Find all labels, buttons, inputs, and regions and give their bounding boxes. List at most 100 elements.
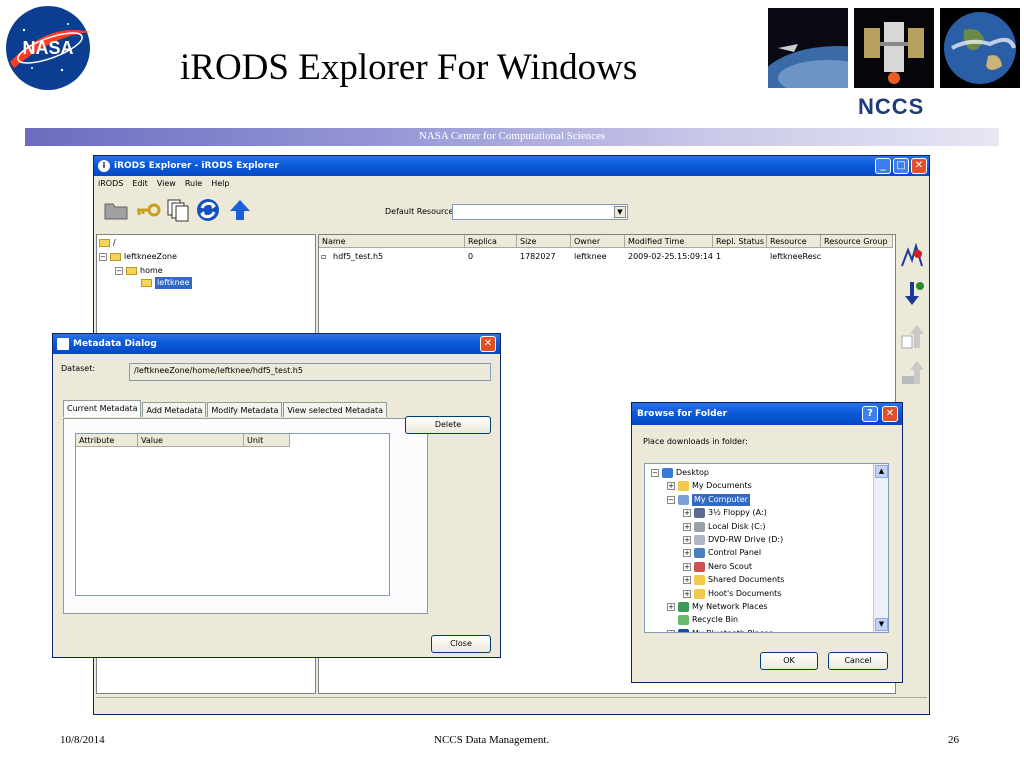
tree-item-user[interactable]: leftknee [141, 277, 192, 289]
list-item[interactable]: + Nero Scout [683, 561, 752, 573]
open-folder-icon [141, 279, 152, 287]
col-header-size[interactable]: Size [517, 235, 571, 248]
expand-icon[interactable]: + [683, 509, 691, 518]
list-item-label: My Bluetooth Places [692, 628, 773, 632]
scroll-up-icon[interactable]: ▲ [875, 465, 888, 478]
col-header-resource-group[interactable]: Resource Group [821, 235, 893, 248]
metadata-titlebar[interactable]: Metadata Dialog ✕ [53, 334, 500, 354]
query-icon[interactable] [900, 240, 926, 270]
collapse-icon[interactable]: − [115, 267, 123, 275]
col-header-resource[interactable]: Resource [767, 235, 821, 248]
list-item[interactable]: + My Documents [667, 480, 752, 492]
collapse-icon[interactable]: − [99, 253, 107, 261]
cell-repl-status: 1 [716, 252, 722, 261]
close-dialog-button[interactable]: Close [431, 635, 491, 653]
col-header-attribute[interactable]: Attribute [76, 434, 138, 447]
expand-icon[interactable]: + [683, 589, 691, 598]
open-folder-icon[interactable] [102, 196, 130, 224]
close-button[interactable]: ✕ [911, 158, 927, 174]
space-station-photo [854, 8, 934, 88]
tab-modify-metadata[interactable]: Modify Metadata [207, 402, 283, 417]
tab-add-metadata[interactable]: Add Metadata [142, 402, 207, 417]
col-header-modified[interactable]: Modified Time [625, 235, 713, 248]
list-item[interactable]: + Shared Documents [683, 574, 784, 586]
col-header-replica[interactable]: Replica [465, 235, 517, 248]
expand-icon[interactable]: + [667, 629, 675, 632]
list-item-label: Hoot's Documents [708, 588, 782, 598]
expand-icon[interactable]: + [683, 576, 691, 585]
dataset-field[interactable]: /leftkneeZone/home/leftknee/hdf5_test.h5 [129, 363, 491, 381]
vertical-scrollbar[interactable]: ▲ ▼ [873, 464, 888, 632]
list-item[interactable]: − Desktop [651, 467, 709, 479]
dataset-label: Dataset: [61, 364, 96, 373]
cancel-button[interactable]: Cancel [828, 652, 888, 670]
list-item-label: Shared Documents [708, 575, 785, 585]
cell-size: 1782027 [520, 252, 556, 261]
close-button[interactable]: ✕ [480, 336, 496, 352]
tree-item-home[interactable]: − home [115, 265, 163, 277]
download-icon[interactable] [900, 280, 926, 310]
list-item[interactable]: + Local Disk (C:) [683, 521, 766, 533]
menu-irods[interactable]: iRODS [98, 176, 123, 192]
default-resource-select[interactable]: ▼ [452, 204, 628, 220]
maximize-button[interactable]: □ [893, 158, 909, 174]
upload-file-icon[interactable] [900, 322, 926, 352]
metadata-table[interactable]: Attribute Value Unit [75, 433, 390, 596]
menu-view[interactable]: View [157, 176, 176, 192]
explorer-title: iRODS Explorer - iRODS Explorer [114, 161, 279, 171]
list-item[interactable]: + Control Panel [683, 547, 761, 559]
folder-icon [99, 239, 110, 247]
menu-rule[interactable]: Rule [185, 176, 202, 192]
expand-icon[interactable]: + [683, 562, 691, 571]
col-header-value[interactable]: Value [138, 434, 244, 447]
minimize-button[interactable]: _ [875, 158, 891, 174]
list-item[interactable]: + Hoot's Documents [683, 588, 781, 600]
list-item[interactable]: +3½ Floppy (A:) [683, 507, 767, 519]
tab-view-selected-metadata[interactable]: View selected Metadata [283, 402, 388, 417]
explorer-titlebar[interactable]: i iRODS Explorer - iRODS Explorer _ □ ✕ [94, 156, 929, 176]
list-item[interactable]: + DVD-RW Drive (D:) [683, 534, 783, 546]
tree-item-root[interactable]: / [99, 237, 116, 249]
folder-icon [110, 253, 121, 261]
copy-icon[interactable] [164, 196, 192, 224]
collapse-icon[interactable]: − [667, 495, 675, 504]
tree-item-zone[interactable]: − leftkneeZone [99, 251, 177, 263]
tab-current-metadata[interactable]: Current Metadata [63, 400, 142, 417]
help-button[interactable]: ? [862, 406, 878, 422]
expand-icon[interactable]: + [667, 603, 675, 611]
expand-icon[interactable]: + [683, 549, 691, 558]
upload-folder-icon[interactable] [900, 358, 926, 388]
list-item[interactable]: + My Network Places [667, 601, 768, 613]
list-item[interactable]: + My Bluetooth Places [667, 628, 773, 632]
col-header-name[interactable]: Name [319, 235, 465, 248]
delete-button[interactable]: Delete [405, 416, 491, 434]
header-banner: NASA Center for Computational Sciences [25, 128, 999, 146]
browse-titlebar[interactable]: Browse for Folder ? ✕ [632, 403, 902, 425]
collapse-icon[interactable]: − [651, 469, 659, 477]
col-header-repl-status[interactable]: Repl. Status [713, 235, 767, 248]
scroll-down-icon[interactable]: ▼ [875, 618, 888, 631]
key-icon[interactable] [134, 196, 162, 224]
expand-icon[interactable]: + [667, 482, 675, 491]
col-header-unit[interactable]: Unit [244, 434, 290, 447]
folder-icon [694, 588, 705, 599]
list-item[interactable]: Recycle Bin [667, 614, 738, 626]
metadata-tabs: Current Metadata Add Metadata Modify Met… [63, 400, 388, 417]
up-arrow-icon[interactable] [226, 196, 254, 224]
menu-edit[interactable]: Edit [132, 176, 148, 192]
expand-icon[interactable]: + [683, 522, 691, 531]
dropdown-arrow-icon[interactable]: ▼ [614, 206, 626, 218]
close-button[interactable]: ✕ [882, 406, 898, 422]
col-header-owner[interactable]: Owner [571, 235, 625, 248]
footer-title: NCCS Data Management. [434, 734, 550, 746]
cell-name: hdf5_test.h5 [333, 252, 384, 261]
ok-button[interactable]: OK [760, 652, 818, 670]
menu-help[interactable]: Help [211, 176, 229, 192]
irods-app-icon: i [98, 160, 110, 172]
refresh-icon[interactable] [194, 196, 222, 224]
svg-text:NASA: NASA [22, 38, 73, 58]
folder-tree[interactable]: ▲ ▼ − Desktop + My Documents − My Computer +3½… [644, 463, 889, 633]
list-item-label: Nero Scout [708, 561, 753, 571]
expand-icon[interactable]: + [683, 536, 691, 544]
list-item[interactable]: − My Computer [667, 493, 750, 506]
